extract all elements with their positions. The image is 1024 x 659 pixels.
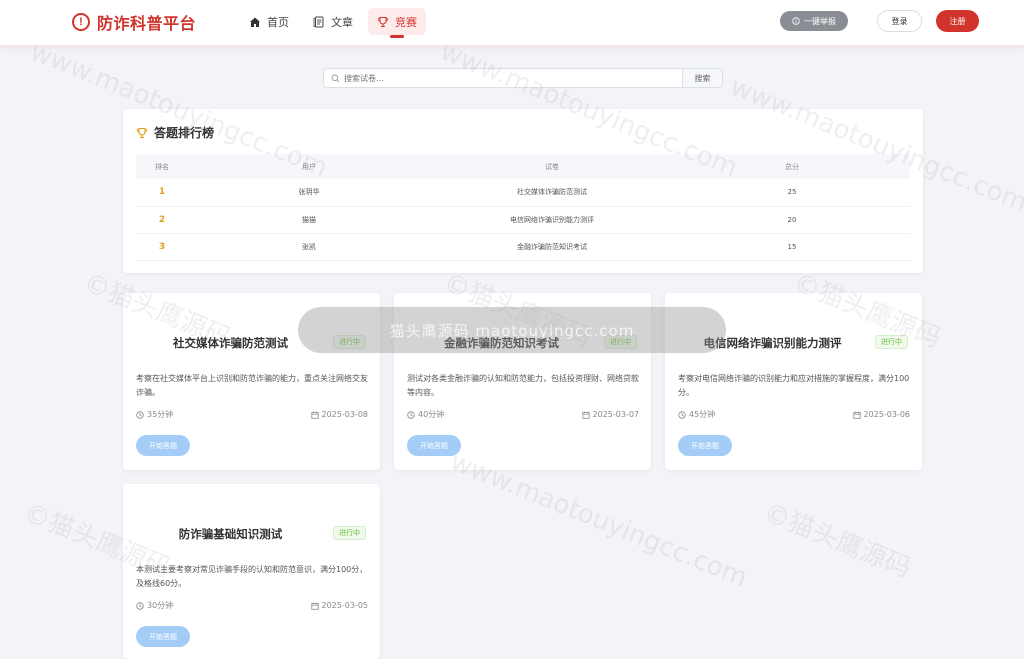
card-meta: 40分钟 2025-03-07 (407, 409, 639, 420)
nav-item-home[interactable]: 首页 (240, 8, 298, 35)
clock-icon (136, 601, 144, 610)
home-icon (250, 17, 260, 27)
clock-icon (678, 410, 686, 419)
calendar-icon (581, 411, 590, 419)
search-field (323, 68, 683, 88)
trophy-icon (137, 127, 147, 138)
score-cell: 20 (674, 206, 910, 234)
date-text: 2025-03-05 (321, 601, 369, 610)
date-text: 2025-03-06 (863, 410, 911, 419)
paper-cell: 金融诈骗防范知识考试 (430, 233, 674, 261)
start-quiz-button[interactable]: 开始答题 (678, 435, 732, 456)
start-quiz-button[interactable]: 开始答题 (407, 435, 461, 456)
leaderboard-heading: 答题排行榜 (136, 124, 214, 141)
user-cell: 猫猫 (188, 206, 430, 234)
logo-text: 防诈科普平台 (97, 14, 197, 33)
top-header: ! 防诈科普平台 首页 文章 竞赛 一键举报 登录 注册 (0, 0, 1024, 46)
report-label: 一键举报 (804, 16, 836, 26)
info-circle-icon (792, 17, 800, 25)
paper-cell: 社交媒体诈骗防范测试 (430, 179, 674, 207)
leaderboard-panel: 答题排行榜 排名 用户 试卷 总分 1 张玥华 社交媒体诈骗防范测试 25 2 … (123, 109, 923, 273)
table-row: 3 张凯 金融诈骗防范知识考试 15 (136, 233, 910, 261)
calendar-icon (852, 411, 861, 419)
user-cell: 张凯 (188, 233, 430, 261)
document-icon (313, 16, 324, 27)
nav-item-label: 首页 (267, 15, 289, 29)
status-badge: 进行中 (333, 526, 366, 540)
card-description: 测试对各类金融诈骗的认知和防范能力，包括投资理财、网络贷款等内容。 (407, 374, 639, 397)
exclamation-circle-icon: ! (72, 13, 90, 31)
score-cell: 25 (674, 179, 910, 207)
status-badge: 进行中 (875, 335, 908, 349)
table-header-row: 排名 用户 试卷 总分 (136, 154, 910, 179)
user-cell: 张玥华 (188, 179, 430, 207)
trophy-icon (378, 16, 388, 27)
date-text: 2025-03-07 (592, 410, 640, 419)
column-header: 排名 (136, 154, 188, 179)
column-header: 试卷 (430, 154, 674, 179)
card-description: 考察在社交媒体平台上识别和防范诈骗的能力，重点关注网络交友诈骗。 (136, 374, 368, 397)
login-button[interactable]: 登录 (877, 10, 922, 32)
search-button[interactable]: 搜索 (683, 68, 723, 88)
search-input[interactable] (344, 73, 664, 83)
card-meta: 30分钟 2025-03-05 (136, 600, 368, 611)
nav-item-articles[interactable]: 文章 (304, 8, 362, 35)
duration-text: 30分钟 (147, 601, 174, 610)
table-row: 2 猫猫 电信网络诈骗识别能力测评 20 (136, 206, 910, 234)
start-quiz-button[interactable]: 开始答题 (136, 435, 190, 456)
clock-icon (136, 410, 144, 419)
card-description: 考察对电信网络诈骗的识别能力和应对措施的掌握程度，满分100分。 (678, 374, 910, 397)
card-description: 本测试主要考察对常见诈骗手段的认知和防范意识，满分100分，及格线60分。 (136, 565, 368, 588)
card-meta: 35分钟 2025-03-08 (136, 409, 368, 420)
nav-item-label: 文章 (331, 15, 353, 29)
calendar-icon (310, 411, 319, 419)
watermark-text: ©猫头鹰源码 (759, 497, 916, 584)
card-meta: 45分钟 2025-03-06 (678, 409, 910, 420)
leaderboard-table: 排名 用户 试卷 总分 1 张玥华 社交媒体诈骗防范测试 25 2 猫猫 电信网… (136, 154, 910, 261)
date-text: 2025-03-08 (321, 410, 369, 419)
card-title: 防诈骗基础知识测试 (178, 527, 283, 541)
column-header: 用户 (188, 154, 430, 179)
start-quiz-button[interactable]: 开始答题 (136, 626, 190, 647)
nav-item-label: 竞赛 (395, 15, 417, 29)
paper-cell: 电信网络诈骗识别能力测评 (430, 206, 674, 234)
table-row: 1 张玥华 社交媒体诈骗防范测试 25 (136, 179, 910, 207)
rank-cell: 1 (136, 179, 188, 207)
nav-item-contest[interactable]: 竞赛 (368, 8, 426, 35)
logo[interactable]: ! 防诈科普平台 (72, 11, 196, 33)
score-cell: 15 (674, 233, 910, 261)
rank-cell: 2 (136, 206, 188, 234)
register-button[interactable]: 注册 (936, 10, 979, 32)
leaderboard-title: 答题排行榜 (154, 126, 215, 140)
duration-text: 45分钟 (689, 410, 716, 419)
watermark-banner: 猫头鹰源码 maotouyingcc.com (298, 307, 726, 353)
column-header: 总分 (674, 154, 910, 179)
rank-cell: 3 (136, 233, 188, 261)
calendar-icon (310, 602, 319, 610)
report-button[interactable]: 一键举报 (780, 11, 848, 31)
main-nav: 首页 文章 竞赛 (240, 8, 426, 35)
quiz-card: 防诈骗基础知识测试 进行中 本测试主要考察对常见诈骗手段的认知和防范意识，满分1… (123, 484, 380, 659)
search-icon (331, 74, 340, 83)
duration-text: 35分钟 (147, 410, 174, 419)
clock-icon (407, 410, 415, 419)
duration-text: 40分钟 (418, 410, 445, 419)
